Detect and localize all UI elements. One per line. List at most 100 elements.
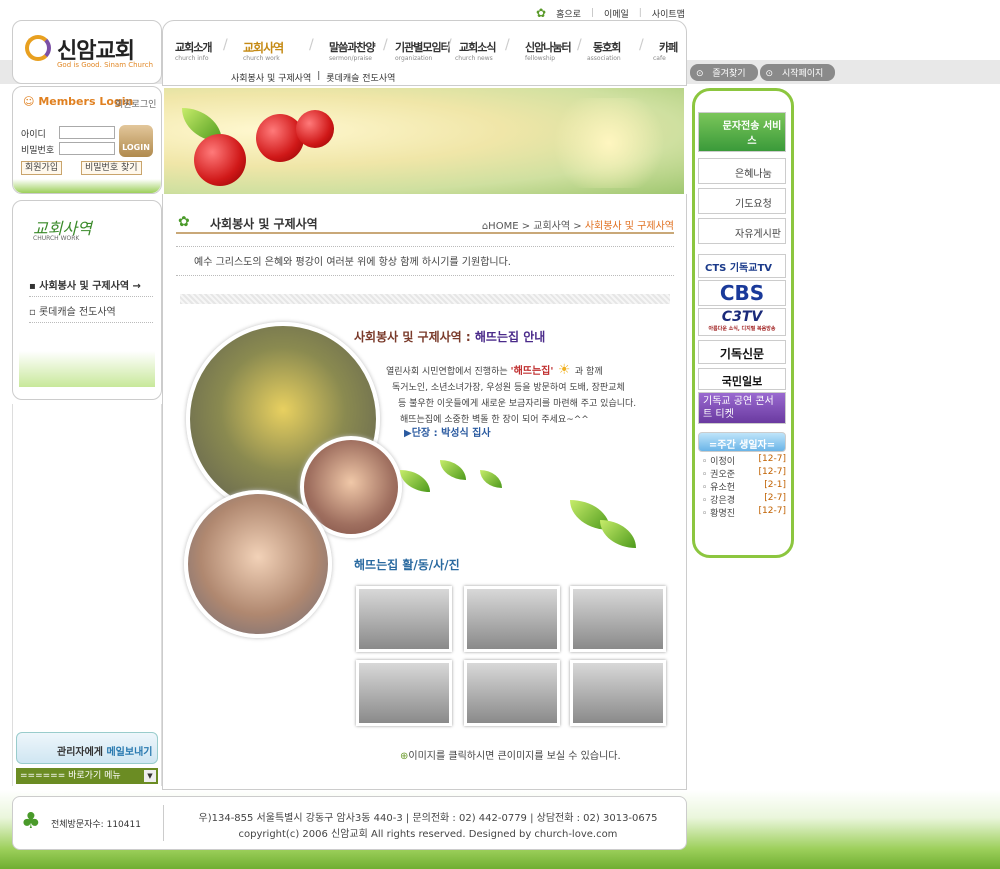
activity-photo-thumb[interactable] [464,586,560,652]
quick-menu-select[interactable]: ====== 바로가기 메뉴 ====== ▼ [16,768,158,797]
mail-admin-button[interactable]: 관리자에게 메일보내기 [16,732,158,764]
smiling-pair-photo [184,490,332,638]
concert-ticket-banner[interactable]: 기독교 공연 콘서트 티켓 [698,392,786,424]
sun-icon: ☀ [553,362,575,378]
nav-church-work[interactable]: 교회사역 [243,39,284,56]
nav-sub-label: organization [395,55,433,62]
breadcrumb-current: 사회봉사 및 구제사역 [584,221,674,232]
nav-association[interactable]: 동호회 [593,39,621,55]
apple-shape [296,110,334,148]
nav-sermon[interactable]: 말씀과찬양 [329,39,376,55]
page-title-bar: ✿ 사회봉사 및 구제사역 ⌂HOME > 교회사역 > 사회봉사 및 구제사역 [176,212,674,234]
footer-divider [163,805,164,841]
left-menu-item-social-service[interactable]: ▪ 사회봉사 및 구제사역 → [29,277,153,297]
image-click-note: ⊕이미지를 클릭하시면 큰이미지를 보실 수 있습니다. [400,751,621,762]
sms-service-button[interactable]: 문자전송 서비스 [698,112,786,152]
activity-photo-thumb[interactable] [356,586,452,652]
home-link[interactable]: 홈으로 [556,7,581,20]
prayer-request-link[interactable]: 기도요청 [698,188,786,214]
activity-photos-title: 해뜨는집 활/동/사/진 [354,558,460,572]
id-label: 아이디 [21,130,46,140]
nav-sub-label: cafe [653,55,666,62]
email-link[interactable]: 이메일 [604,7,629,20]
activity-photo-thumb[interactable] [570,586,666,652]
start-page-button[interactable]: ⊙ 시작페이지 [759,64,836,81]
nav-news[interactable]: 교회소식 [459,39,496,55]
apple-shape [194,134,246,186]
nav-divider: / [309,37,314,53]
list-item: ◦ 권오준 [12-7] [702,467,786,480]
nav-fellowship[interactable]: 신암나눔터 [525,39,572,55]
nav-cafe[interactable]: 카페 [659,39,678,55]
list-item: ◦ 유소헌 [2-1] [702,480,786,493]
visitor-count: 전체방문자수: 110411 [51,820,141,830]
login-panel: ☺ Members Login 회원로그인 아이디 비밀번호 LOGIN 회원가… [12,86,162,194]
left-menu-item-lotte-castle[interactable]: ▫ 롯데캐슬 전도사역 [29,303,153,323]
sprout-icon: ✿ [178,214,190,230]
top-links: ✿ 홈으로 | 이메일 | 사이트맵 [536,6,685,20]
leader-info: ▶단장 : 박성식 집사 [404,428,491,439]
sitemap-link[interactable]: 사이트맵 [652,7,685,20]
join-button[interactable]: 회원가입 [21,161,63,175]
birthday-header: =주간 생일자= [698,432,786,452]
person-icon: ☺ [23,95,35,108]
sub-nav: 사회봉사 및 구제사역 | 롯데캐슬 전도사역 [231,71,396,84]
footer-address: 우)134-855 서울특별시 강동구 암사3동 440-3 | 문의전화 : … [198,813,658,824]
free-board-link[interactable]: 자유게시판 [698,218,786,244]
nav-divider: / [447,37,452,53]
logo-slogan: God is Good. Sinam Church [57,61,154,69]
quick-top-links: ⊙ 즐겨찾기 ⊙ 시작페이지 [690,64,836,81]
nav-divider: / [577,37,582,53]
favorites-button[interactable]: ⊙ 즐겨찾기 [690,64,758,81]
nav-divider: / [505,37,510,53]
nav-sub-label: fellowship [525,55,556,62]
divider-stripe [180,294,670,304]
password-input[interactable] [59,142,115,155]
description: 열린사회 시민연합에서 진행하는 '해뜨는집' ☀ 과 함께 독거노인, 소년소… [386,362,637,425]
list-item: ◦ 황명진 [12-7] [702,506,786,519]
login-button[interactable]: LOGIN [119,125,153,157]
kukmin-ilbo-banner[interactable]: 국민일보 [698,368,786,390]
logo[interactable]: 신암교회 God is Good. Sinam Church [12,20,162,84]
list-item: ◦ 강은경 [2-7] [702,493,786,506]
subnav-social-service[interactable]: 사회봉사 및 구제사역 [231,71,311,84]
footer: ♣ 전체방문자수: 110411 우)134-855 서울특별시 강동구 암사3… [12,796,687,850]
nav-church-info[interactable]: 교회소개 [175,39,212,55]
page-title: 사회봉사 및 구제사역 [210,217,318,231]
breadcrumb-home[interactable]: HOME [488,221,518,232]
pw-label: 비밀번호 [21,146,55,156]
left-menu: 교회사역 CHURCH WORK ▪ 사회봉사 및 구제사역 → ▫ 롯데캐슬 … [12,200,162,400]
banner-image [164,88,684,194]
flowers-decoration [19,351,155,387]
left-menu-subtitle: CHURCH WORK [33,235,80,242]
id-input[interactable] [59,126,115,139]
cbs-banner[interactable]: CBS [698,280,786,306]
nav-sub-label: church info [175,55,209,62]
nav-sub-label: association [587,55,621,62]
section-title: 사회봉사 및 구제사역 : 해뜨는집 안내 [354,330,546,344]
member-login-label: 회원로그인 [115,100,157,110]
activity-photo-thumb[interactable] [356,660,452,726]
nav-sub-label: church news [455,55,493,62]
left-column-fill [12,404,162,786]
c3tv-banner[interactable]: C3TV 아름다운 소식, 디지털 복음방송 [698,308,786,336]
chevron-down-icon: ▼ [144,770,156,782]
activity-photo-thumb[interactable] [570,660,666,726]
cts-banner[interactable]: CTS 기독교TV [698,254,786,278]
nav-divider: / [639,37,644,53]
subnav-lotte-castle[interactable]: 롯데캐슬 전도사역 [326,71,395,84]
main-nav: 교회소개 church info / 교회사역 church work / 말씀… [162,20,687,86]
nav-organization[interactable]: 기관별모임터 [395,39,451,55]
activity-photo-thumb[interactable] [464,660,560,726]
breadcrumb-church-work[interactable]: 교회사역 [533,221,570,232]
footer-copyright: copyright(c) 2006 신암교회 All rights reserv… [238,829,618,840]
nav-sub-label: church work [243,55,280,62]
login-grass-decoration [13,179,161,193]
breadcrumb: ⌂HOME > 교회사역 > 사회봉사 및 구제사역 [481,221,674,232]
nav-divider: / [383,37,388,53]
nav-divider: / [223,37,228,53]
find-password-button[interactable]: 비밀번호 찾기 [81,161,142,175]
grace-sharing-link[interactable]: 은혜나눔 [698,158,786,184]
kidok-newspaper-banner[interactable]: 기독신문 [698,340,786,364]
list-item: ◦ 이정이 [12-7] [702,454,786,467]
